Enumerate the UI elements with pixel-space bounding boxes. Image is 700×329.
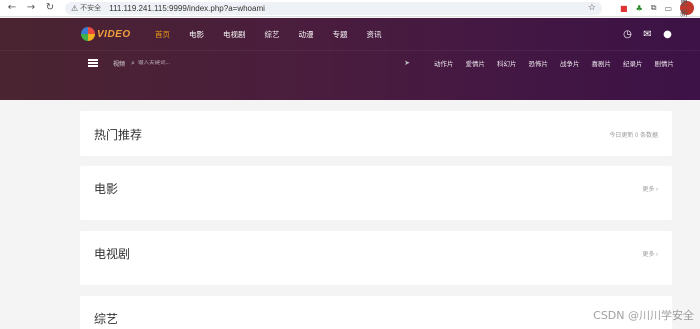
nav-item-anime[interactable]: 动漫: [299, 29, 314, 40]
header-actions: ◷ ✉ ●: [622, 29, 673, 40]
back-icon[interactable]: ←: [6, 2, 18, 14]
insecure-label: 不安全: [80, 5, 102, 12]
header-top-row: VIDEO 首页 电影 电视剧 综艺 动漫 专题 资讯 ◷ ✉ ●: [0, 18, 700, 50]
category-romance[interactable]: 爱情片: [466, 58, 486, 68]
user-icon[interactable]: ●: [662, 29, 673, 40]
hamburger-menu-icon[interactable]: [88, 59, 98, 67]
extension-red-icon[interactable]: ■: [620, 4, 628, 13]
forward-icon[interactable]: →: [25, 2, 37, 14]
extension-leaf-icon[interactable]: ♣: [636, 4, 643, 13]
extensions-area: ■ ♣ ⧉ ▭ 更新: [620, 0, 695, 18]
category-links: ➤ 动作片 爱情片 科幻片 恐怖片 战争片 喜剧片 纪录片 剧情片: [404, 58, 674, 68]
category-horror[interactable]: 恐怖片: [529, 58, 549, 68]
nav-item-movies[interactable]: 电影: [189, 29, 204, 40]
address-bar[interactable]: ⚠ 不安全 111.119.241.115:9999/index.php?a=w…: [64, 1, 602, 15]
category-scifi[interactable]: 科幻片: [497, 58, 517, 68]
search-icon[interactable]: ⌕: [131, 59, 135, 68]
insecure-badge[interactable]: ⚠ 不安全: [71, 3, 101, 13]
reload-icon[interactable]: ↻: [44, 2, 56, 14]
nav-item-topics[interactable]: 专题: [333, 29, 348, 40]
nav-item-variety[interactable]: 综艺: [265, 29, 280, 40]
nav-item-tv[interactable]: 电视剧: [223, 29, 246, 40]
message-icon[interactable]: ✉: [642, 29, 653, 40]
sidebar-panel-icon[interactable]: ▭: [664, 4, 672, 13]
category-comedy[interactable]: 喜剧片: [592, 58, 612, 68]
site-header: VIDEO 首页 电影 电视剧 综艺 动漫 专题 资讯 ◷ ✉ ● 视频 ⌕ ➤…: [0, 18, 700, 100]
nav-item-home[interactable]: 首页: [155, 29, 170, 40]
browser-toolbar: ← → ↻ ⚠ 不安全 111.119.241.115:9999/index.p…: [0, 0, 700, 18]
section-title: 电视剧: [94, 247, 131, 261]
url-text[interactable]: 111.119.241.115:9999/index.php?a=whoami: [109, 4, 265, 13]
section-title: 热门推荐: [94, 128, 143, 142]
section-card-tv: 电视剧 更多 ›: [80, 231, 672, 285]
watermark: CSDN @川川学安全: [593, 309, 694, 322]
more-link[interactable]: 更多 ›: [642, 249, 658, 258]
warning-icon: ⚠: [70, 3, 79, 13]
category-drama[interactable]: 剧情片: [655, 58, 675, 68]
bookmark-star-icon[interactable]: ☆: [588, 3, 596, 13]
section-card-movies: 电影 更多 ›: [80, 166, 672, 220]
nav-item-news[interactable]: 资讯: [367, 29, 382, 40]
send-icon[interactable]: ➤: [404, 59, 410, 67]
header-search-row: 视频 ⌕ ➤ 动作片 爱情片 科幻片 恐怖片 战争片 喜剧片 纪录片 剧情片: [0, 50, 700, 75]
logo-text: VIDEO: [97, 28, 131, 40]
category-war[interactable]: 战争片: [560, 58, 580, 68]
profile-avatar[interactable]: 更新: [680, 0, 695, 18]
history-clock-icon[interactable]: ◷: [622, 29, 633, 40]
site-logo[interactable]: VIDEO: [81, 27, 141, 41]
category-action[interactable]: 动作片: [434, 58, 454, 68]
update-count: 今日更新 0 条数据: [609, 133, 658, 139]
section-card-variety: 综艺: [80, 296, 672, 329]
puzzle-extensions-icon[interactable]: ⧉: [651, 3, 657, 13]
more-link[interactable]: 更多 ›: [642, 184, 658, 193]
search-input[interactable]: [137, 60, 318, 66]
section-title: 电影: [94, 182, 119, 196]
section-card-hot: 热门推荐 今日更新 0 条数据: [80, 111, 672, 156]
main-nav: 首页 电影 电视剧 综艺 动漫 专题 资讯: [155, 29, 401, 40]
logo-icon: [81, 27, 95, 41]
search-type-select[interactable]: 视频: [113, 59, 125, 68]
section-title: 综艺: [94, 312, 119, 326]
category-documentary[interactable]: 纪录片: [623, 58, 643, 68]
